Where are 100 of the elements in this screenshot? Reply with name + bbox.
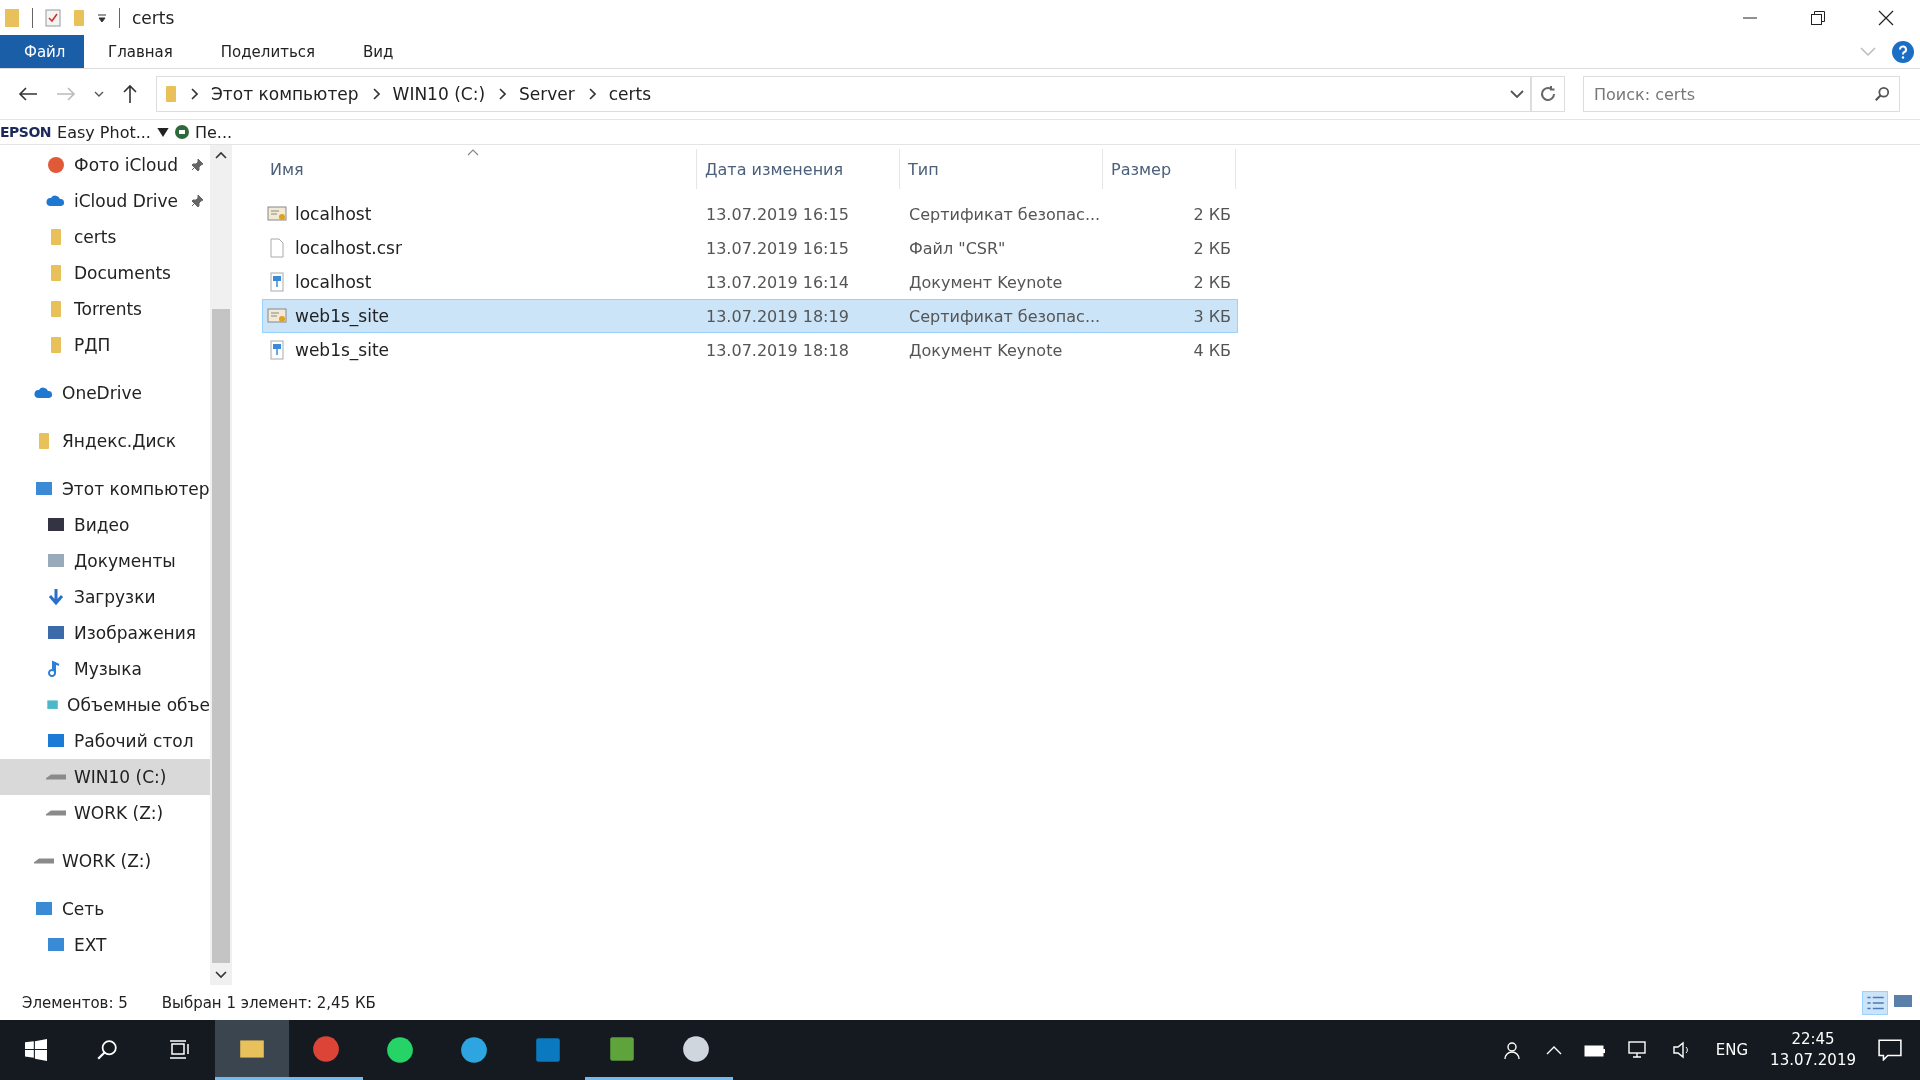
ribbon-tab[interactable]: Файл: [0, 35, 84, 68]
chevron-right-icon[interactable]: [498, 88, 506, 100]
file-row[interactable]: web1s_site 13.07.2019 18:18 Документ Keynote 4 КБ: [262, 333, 1238, 367]
sidebar-item[interactable]: Видео: [0, 507, 210, 543]
details-view-icon[interactable]: [1862, 990, 1888, 1015]
sidebar-item[interactable]: Этот компьютер: [0, 471, 210, 507]
sidebar-item[interactable]: РДП: [0, 327, 210, 363]
chevron-down-icon[interactable]: [1510, 90, 1524, 98]
breadcrumb[interactable]: WIN10 (C:): [392, 84, 485, 104]
file-row[interactable]: localhost 13.07.2019 16:14 Документ Keynote 2 КБ: [262, 265, 1238, 299]
presentation-icon: [267, 340, 287, 360]
app-icon: [681, 1033, 711, 1064]
language-indicator[interactable]: ENG: [1715, 1041, 1749, 1059]
sidebar-item[interactable]: certs: [0, 219, 210, 255]
document-icon: [267, 238, 287, 258]
sidebar-item[interactable]: WIN10 (C:): [0, 759, 210, 795]
column-header[interactable]: Тип: [900, 149, 1103, 189]
sidebar-item[interactable]: Documents: [0, 255, 210, 291]
column-header[interactable]: Дата изменения: [697, 149, 900, 189]
help-icon[interactable]: [1892, 40, 1914, 63]
close-icon[interactable]: [1878, 9, 1894, 26]
sidebar-item[interactable]: Рабочий стол: [0, 723, 210, 759]
file-name: web1s_site: [295, 340, 390, 360]
pin-icon[interactable]: [190, 158, 204, 172]
item-count: Элементов: 5: [22, 993, 128, 1012]
app-icon: [311, 1033, 341, 1064]
dropdown-icon[interactable]: [156, 127, 169, 137]
scroll-up-icon[interactable]: [215, 151, 227, 159]
pin-icon[interactable]: [190, 194, 204, 208]
file-row[interactable]: localhost 13.07.2019 16:15 Сертификат безопас... 2 КБ: [262, 197, 1238, 231]
app-icon: [459, 1035, 489, 1065]
sidebar-item[interactable]: Объемные объе: [0, 687, 210, 723]
app-icon: [533, 1035, 563, 1065]
sidebar-item[interactable]: Загрузки: [0, 579, 210, 615]
breadcrumb[interactable]: certs: [608, 84, 652, 104]
battery-icon[interactable]: [1583, 1043, 1606, 1057]
certificate-icon: [267, 204, 287, 224]
ribbon-tab[interactable]: Главная: [84, 35, 197, 68]
back-arrow-icon[interactable]: [18, 86, 38, 102]
table-cell-text: 13.07.2019 18:19: [705, 306, 850, 326]
favorites-item[interactable]: Easy Phot...: [57, 122, 151, 142]
photos-icon: [46, 155, 66, 175]
favorites-item[interactable]: Пе...: [194, 122, 233, 142]
clock[interactable]: 22:45 13.07.2019: [1770, 1029, 1856, 1071]
app-icon: [385, 1035, 415, 1065]
dropdown-icon[interactable]: [97, 12, 107, 23]
downloads-icon: [46, 587, 66, 607]
column-header[interactable]: Размер: [1103, 149, 1236, 189]
table-cell-text: Документ Keynote: [908, 340, 1064, 360]
sidebar-item[interactable]: Сеть: [0, 891, 210, 927]
sidebar-item[interactable]: Музыка: [0, 651, 210, 687]
table-cell-text: 2 КБ: [1192, 204, 1232, 224]
refresh-icon: [1539, 85, 1557, 103]
column-header[interactable]: Имя: [262, 149, 697, 189]
sidebar-item[interactable]: WORK (Z:): [0, 843, 210, 879]
table-cell-text: 13.07.2019 18:18: [705, 340, 850, 360]
search-field[interactable]: Поиск: certs: [1583, 76, 1900, 112]
table-cell-text: 13.07.2019 16:15: [705, 204, 850, 224]
sidebar-item[interactable]: OneDrive: [0, 375, 210, 411]
ribbon-tab[interactable]: Вид: [339, 35, 418, 68]
table-cell-text: Сертификат безопас...: [908, 306, 1102, 326]
table-cell-text: 3 КБ: [1192, 306, 1232, 326]
taskbar-app[interactable]: [215, 1020, 289, 1080]
file-name: localhost: [295, 272, 372, 292]
sidebar-item[interactable]: Torrents: [0, 291, 210, 327]
properties-icon[interactable]: [45, 8, 61, 27]
scroll-down-icon[interactable]: [215, 971, 227, 979]
selection-info: Выбран 1 элемент: 2,45 КБ: [161, 993, 376, 1012]
refresh-button[interactable]: [1531, 76, 1565, 112]
sidebar-item[interactable]: Яндекс.Диск: [0, 423, 210, 459]
brand-label: EPSON: [0, 124, 52, 140]
file-name: web1s_site: [295, 306, 390, 326]
file-row[interactable]: localhost.csr 13.07.2019 16:15 Файл "CSR" 2 КБ: [262, 231, 1238, 265]
folder-icon: [165, 85, 177, 103]
sidebar-item[interactable]: Документы: [0, 543, 210, 579]
up-arrow-icon[interactable]: [122, 84, 138, 104]
chevron-up-icon[interactable]: [1545, 1045, 1562, 1055]
chevron-right-icon[interactable]: [371, 88, 380, 100]
file-row[interactable]: web1s_site 13.07.2019 18:19 Сертификат безопас... 3 КБ: [262, 299, 1238, 333]
sidebar-item[interactable]: iCloud Drive: [0, 183, 210, 219]
task-view-icon[interactable]: [168, 1040, 190, 1060]
sidebar-item[interactable]: EXT: [0, 927, 210, 963]
search-icon[interactable]: [96, 1039, 118, 1061]
chevron-down-icon[interactable]: [94, 91, 104, 97]
chevron-right-icon[interactable]: [190, 88, 198, 100]
scrollbar[interactable]: [210, 145, 232, 985]
sidebar-item[interactable]: Изображения: [0, 615, 210, 651]
breadcrumb[interactable]: Этот компьютер: [211, 84, 359, 104]
address-bar[interactable]: Этот компьютер WIN10 (C:) Server certs: [156, 76, 1531, 112]
notification-icon[interactable]: [1878, 1039, 1902, 1061]
file-name: localhost.csr: [295, 238, 402, 258]
drive-icon: [34, 857, 54, 865]
sidebar-item[interactable]: WORK (Z:): [0, 795, 210, 831]
sidebar-item[interactable]: Фото iCloud: [0, 147, 210, 183]
ribbon-tab[interactable]: Поделиться: [196, 35, 340, 68]
windows-logo-icon[interactable]: [25, 1039, 47, 1061]
restore-icon[interactable]: [1810, 9, 1826, 26]
table-cell-text: 2 КБ: [1192, 238, 1232, 258]
breadcrumb[interactable]: Server: [519, 84, 575, 104]
chevron-right-icon[interactable]: [587, 88, 596, 100]
